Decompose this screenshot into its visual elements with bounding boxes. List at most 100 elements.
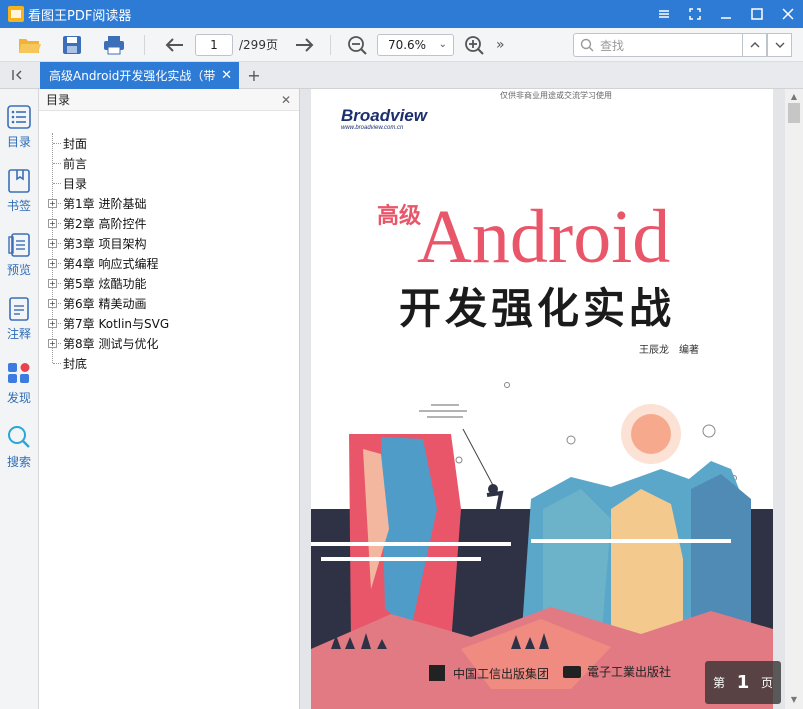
prev-page-icon[interactable] (161, 31, 189, 59)
rail-label: 目录 (6, 135, 31, 149)
add-tab-icon[interactable]: + (246, 66, 262, 85)
toc-item[interactable]: 目录 (63, 173, 87, 193)
expand-icon[interactable]: + (48, 259, 57, 268)
zoom-value: 70.6% (387, 37, 427, 52)
toc-item-label: 第7章 Kotlin与SVG (63, 316, 170, 331)
tab-close-icon[interactable]: ✕ (221, 68, 232, 83)
toc-item[interactable]: 第1章 进阶基础 (63, 193, 146, 213)
expand-icon[interactable]: + (48, 299, 57, 308)
print-icon[interactable] (100, 31, 128, 59)
toc-item-label: 第2章 高阶控件 (63, 216, 147, 231)
toc-item-label: 封底 (63, 356, 88, 371)
rail-item-search[interactable]: 搜索 (0, 409, 38, 471)
toc-item-label: 目录 (63, 176, 88, 191)
title-bar: 看图王PDF阅读器 (0, 0, 803, 28)
cover-publisher-brand: Broadview (341, 106, 429, 125)
book-cover: 仅供非商业用途或交流学习使用 Broadview www.broadview.c… (311, 90, 773, 709)
zoom-out-icon[interactable] (343, 31, 371, 59)
save-icon[interactable] (58, 31, 86, 59)
page-total-label: /299页 (239, 38, 278, 52)
toc-title: 目录 (46, 93, 71, 107)
page-indicator-prefix: 第 (713, 676, 726, 690)
chevron-down-icon (775, 42, 784, 48)
more-tools-button[interactable]: » (496, 37, 505, 53)
left-rail: 目录 书签 预览 注释 发现 搜索 (0, 89, 39, 709)
toc-item[interactable]: 第2章 高阶控件 (63, 213, 146, 233)
expand-icon[interactable]: + (48, 219, 57, 228)
maximize-button[interactable] (741, 0, 772, 28)
close-button[interactable] (772, 0, 803, 28)
page-number-input[interactable]: 1 (195, 33, 233, 56)
toc-item-label: 第5章 炫酷功能 (63, 276, 147, 291)
toc-item-label: 第8章 测试与优化 (63, 336, 159, 351)
scroll-down-icon[interactable]: ▼ (788, 695, 800, 705)
toc-item[interactable]: 第4章 响应式编程 (63, 253, 158, 273)
rail-label: 搜索 (6, 455, 31, 469)
cover-subtitle: 开发强化实战 (399, 284, 675, 333)
cover-footer-right: 電子工業出版社 (587, 664, 671, 679)
expand-icon[interactable]: + (48, 279, 57, 288)
rail-label: 书签 (6, 199, 31, 213)
toc-item-label: 前言 (63, 156, 88, 171)
cover-author: 王辰龙 编著 (639, 343, 699, 356)
toc-item-label: 第6章 精美动画 (63, 296, 147, 311)
rail-item-discover[interactable]: 发现 (0, 345, 38, 407)
open-folder-icon[interactable] (16, 31, 44, 59)
rail-item-annotation[interactable]: 注释 (0, 281, 38, 343)
expand-icon[interactable]: + (48, 339, 57, 348)
toc-icon (6, 103, 32, 131)
next-page-icon[interactable] (290, 31, 318, 59)
vertical-scrollbar[interactable]: ▲ ▼ (785, 89, 803, 709)
tab-document-label: 高级Android开发强化实战（带 (49, 69, 216, 83)
expand-icon[interactable]: + (48, 199, 57, 208)
pdf-page: 仅供非商业用途或交流学习使用 Broadview www.broadview.c… (311, 89, 773, 709)
page-indicator: 第 1 页 (705, 661, 781, 704)
fullscreen-button[interactable] (679, 0, 710, 28)
cover-footer-left: 中国工信出版集团 (453, 666, 549, 681)
collapse-sidebar-icon[interactable] (10, 67, 26, 83)
expand-icon[interactable]: + (48, 239, 57, 248)
scrollbar-thumb[interactable] (788, 103, 800, 123)
toc-item[interactable]: 第6章 精美动画 (63, 293, 146, 313)
search-prev-button[interactable] (742, 33, 767, 57)
page-indicator-number: 1 (736, 672, 750, 693)
toc-item[interactable]: 第3章 项目架构 (63, 233, 146, 253)
chevron-down-icon: ⌄ (438, 39, 447, 50)
toc-item-label: 第1章 进阶基础 (63, 196, 147, 211)
toc-header: 目录 ✕ (39, 89, 299, 111)
search-next-button[interactable] (767, 33, 792, 57)
scroll-up-icon[interactable]: ▲ (788, 92, 800, 102)
toc-item-label: 第4章 响应式编程 (63, 256, 159, 271)
toc-item[interactable]: 第5章 炫酷功能 (63, 273, 146, 293)
document-viewer[interactable]: 仅供非商业用途或交流学习使用 Broadview www.broadview.c… (300, 89, 803, 709)
tab-document[interactable]: 高级Android开发强化实战（带 ✕ (40, 62, 239, 89)
expand-icon[interactable]: + (48, 319, 57, 328)
toc-item[interactable]: 封底 (63, 353, 87, 373)
toc-item-label: 第3章 项目架构 (63, 236, 147, 251)
zoom-in-icon[interactable] (460, 31, 488, 59)
window-controls (648, 0, 803, 28)
menu-button[interactable] (648, 0, 679, 28)
search-placeholder: 查找 (600, 38, 625, 53)
search-icon (6, 423, 32, 451)
rail-item-bookmark[interactable]: 书签 (0, 153, 38, 215)
toc-item[interactable]: 前言 (63, 153, 87, 173)
minimize-button[interactable] (710, 0, 741, 28)
toc-item-label: 封面 (63, 136, 88, 151)
toc-item[interactable]: 第8章 测试与优化 (63, 333, 158, 353)
rail-item-toc[interactable]: 目录 (0, 89, 38, 151)
search-input[interactable]: 查找 (573, 33, 743, 57)
close-icon[interactable]: ✕ (281, 93, 291, 107)
thumbnails-icon (6, 231, 32, 259)
rail-item-preview[interactable]: 预览 (0, 217, 38, 279)
toc-item[interactable]: 第7章 Kotlin与SVG (63, 313, 169, 333)
toolbar: 1 /299页 70.6% ⌄ » 查找 (0, 28, 803, 62)
search-icon (580, 38, 594, 52)
zoom-select[interactable]: 70.6% ⌄ (376, 33, 454, 56)
rail-label: 注释 (6, 327, 31, 341)
cover-title-small: 高级 (377, 203, 421, 229)
bookmark-icon (6, 167, 32, 195)
cover-publisher-url: www.broadview.com.cn (341, 125, 404, 131)
discover-icon (6, 359, 32, 387)
toc-item[interactable]: 封面 (63, 133, 87, 153)
